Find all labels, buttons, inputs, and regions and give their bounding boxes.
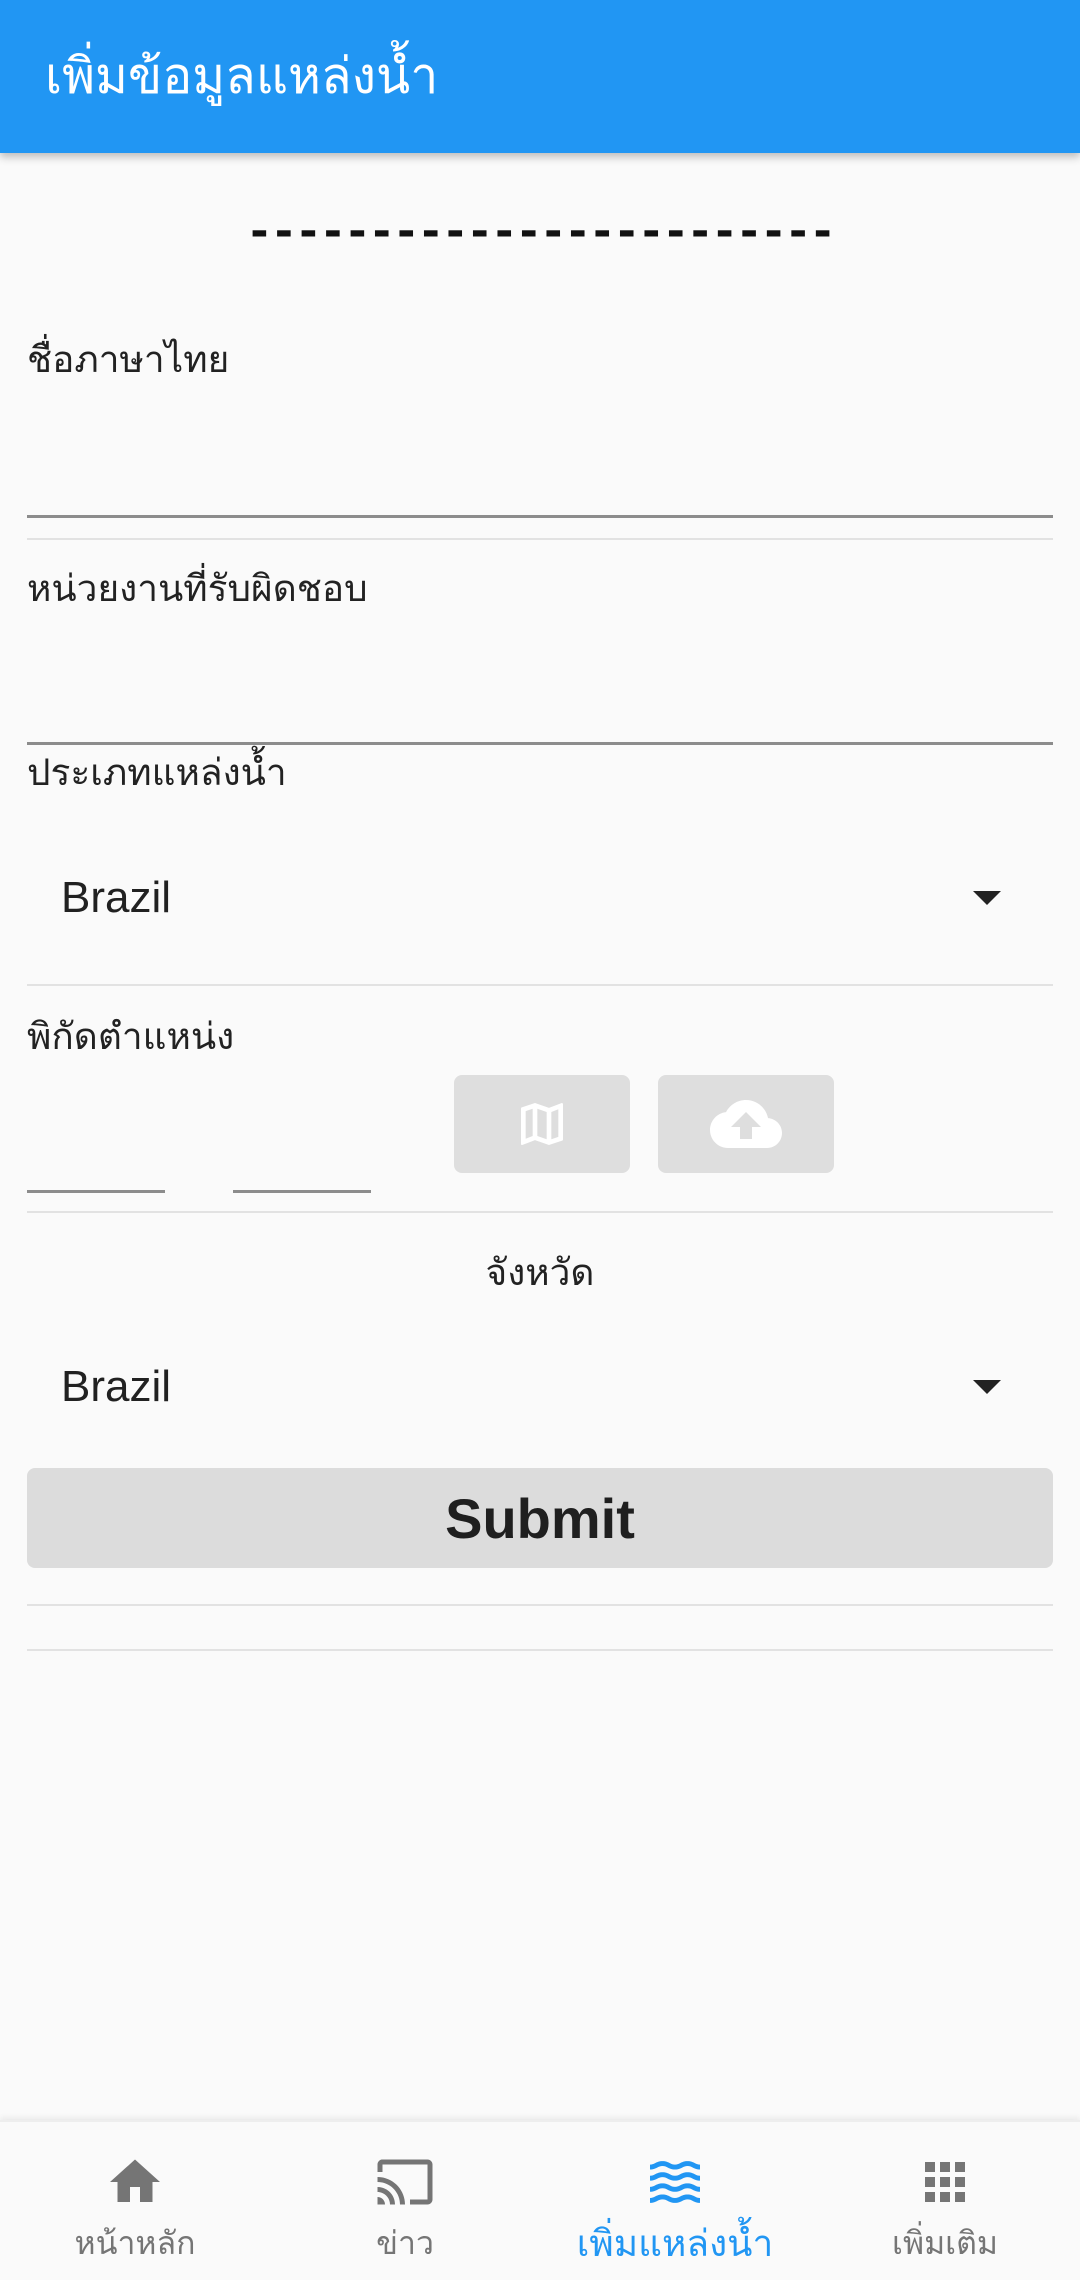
province-selected: Brazil [61,1362,172,1411]
water-type-selected: Brazil [61,873,172,922]
map-button[interactable] [454,1075,630,1173]
latitude-input[interactable] [27,1140,165,1193]
nav-item-home[interactable]: หน้าหลัก [0,2122,270,2280]
section-divider [27,984,1053,986]
section-divider [27,538,1053,540]
dashed-separator: ------------------------ [246,206,836,257]
thai-name-input[interactable] [27,420,1053,516]
thai-name-label: ชื่อภาษาไทย [27,338,230,381]
thai-name-underline [27,515,1053,518]
water-type-dropdown[interactable]: Brazil [27,851,1053,941]
home-icon [110,2159,160,2202]
agency-input[interactable] [27,650,1053,742]
apps-icon [925,2162,965,2202]
nav-label-news: ข่าว [376,2224,434,2262]
agency-label: หน่วยงานที่รับผิดชอบ [27,567,368,610]
water-type-label: ประเภทแหล่งน้ำ [27,751,287,794]
province-label: จังหวัด [485,1251,595,1294]
nav-label-home: หน้าหลัก [74,2224,196,2262]
nav-label-add-water-source: เพิ่มแหล่งน้ำ [576,2222,774,2265]
cloud-upload-icon [710,1100,782,1148]
dropdown-arrow-icon [973,891,1001,905]
nav-item-more[interactable]: เพิ่มเติม [810,2122,1080,2280]
app-root: เพิ่มข้อมูลแหล่งน้ำ --------------------… [0,0,1080,2280]
upload-button[interactable] [658,1075,834,1173]
dropdown-arrow-icon [973,1380,1001,1394]
cast-icon [377,2159,433,2205]
section-divider [27,1211,1053,1213]
map-icon [521,1103,563,1145]
province-dropdown[interactable]: Brazil [27,1340,1053,1430]
section-divider [27,1649,1053,1651]
submit-button[interactable]: Submit [27,1468,1053,1568]
app-bar: เพิ่มข้อมูลแหล่งน้ำ [0,0,1080,153]
longitude-input[interactable] [233,1140,371,1193]
waves-icon [650,2161,700,2203]
section-divider [27,1604,1053,1606]
agency-underline [27,742,1053,745]
nav-item-news[interactable]: ข่าว [270,2122,540,2280]
nav-item-add-water-source[interactable]: เพิ่มแหล่งน้ำ [540,2122,810,2280]
nav-label-more: เพิ่มเติม [892,2224,998,2262]
page-title: เพิ่มข้อมูลแหล่งน้ำ [45,47,439,105]
bottom-navigation: หน้าหลัก ข่าว เพิ่มแหล่งน้ำ เพิ่มเติม [0,2120,1080,2280]
coordinates-label: พิกัดตำแหน่ง [27,1015,235,1058]
